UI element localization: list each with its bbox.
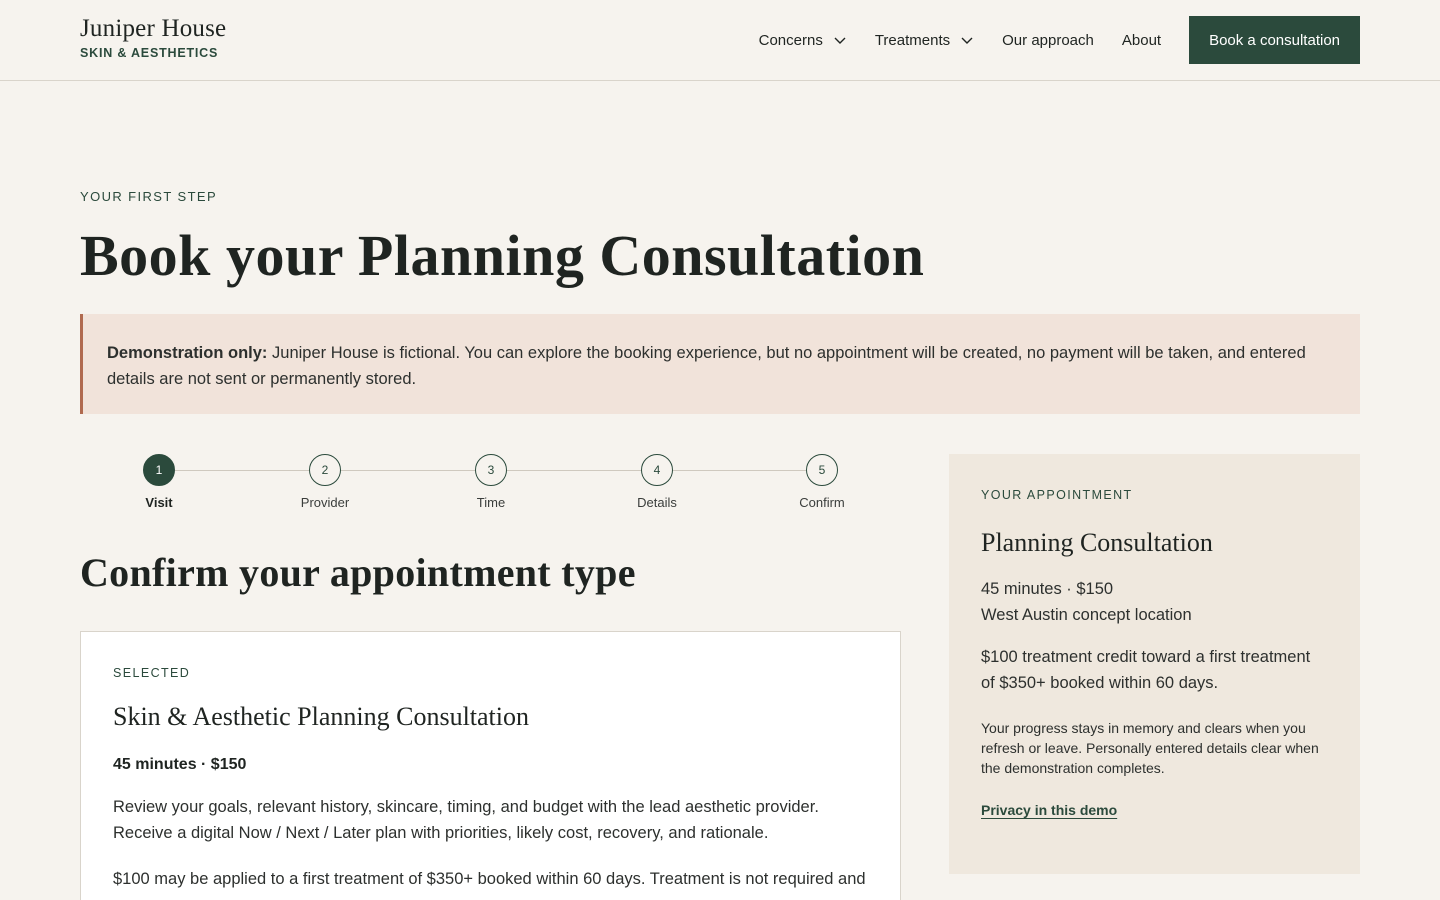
card-credit-note: $100 may be applied to a first treatment… — [113, 870, 866, 888]
nav-item-our-approach[interactable]: Our approach — [1002, 32, 1094, 49]
nav-item-treatments[interactable]: Treatments — [875, 32, 974, 49]
card-eyebrow: SELECTED — [113, 666, 191, 680]
page-title: Book your Planning Consultation — [80, 223, 925, 288]
card-duration-price: 45 minutes · $150 — [113, 756, 247, 773]
nav-item-label: Our approach — [1002, 31, 1094, 49]
step-number: 2 — [309, 454, 341, 486]
main-nav: Concerns Treatments Our approach About B… — [759, 16, 1360, 64]
hero-eyebrow: YOUR FIRST STEP — [80, 189, 218, 204]
step-label: Provider — [300, 495, 350, 510]
step-provider[interactable]: 2 Provider — [275, 454, 375, 510]
appointment-summary: YOUR APPOINTMENT Planning Consultation 4… — [949, 454, 1360, 874]
chevron-down-icon — [961, 37, 973, 44]
summary-eyebrow: YOUR APPOINTMENT — [981, 488, 1133, 502]
brand-tagline: SKIN & AESTHETICS — [80, 46, 219, 60]
demo-notice: Demonstration only: Juniper House is fic… — [80, 314, 1360, 414]
card-title: Skin & Aesthetic Planning Consultation — [113, 702, 529, 731]
site-header: Juniper House SKIN & AESTHETICS Concerns… — [0, 0, 1440, 81]
demo-notice-lead: Demonstration only: — [107, 344, 268, 362]
nav-item-label: About — [1121, 31, 1162, 49]
booking-stepper: 1 Visit 2 Provider 3 Time 4 Details 5 Co… — [80, 454, 901, 518]
summary-credit: $100 treatment credit toward a first tre… — [981, 648, 1311, 692]
brand-name: Juniper House — [80, 15, 227, 42]
step-time[interactable]: 3 Time — [441, 454, 541, 510]
summary-title: Planning Consultation — [981, 528, 1213, 557]
summary-location: West Austin concept location — [981, 606, 1192, 624]
step-details[interactable]: 4 Details — [607, 454, 707, 510]
step-label: Time — [476, 495, 506, 510]
demo-notice-text: Juniper House is fictional. You can expl… — [107, 344, 1306, 388]
step-label: Details — [637, 495, 677, 510]
privacy-link[interactable]: Privacy in this demo — [981, 802, 1117, 818]
step-number: 5 — [806, 454, 838, 486]
nav-item-label: Treatments — [874, 31, 951, 49]
section-title: Confirm your appointment type — [80, 550, 636, 595]
appointment-type-card[interactable]: SELECTED Skin & Aesthetic Planning Consu… — [80, 631, 901, 900]
step-visit[interactable]: 1 Visit — [109, 454, 209, 510]
nav-item-about[interactable]: About — [1122, 32, 1161, 49]
step-confirm[interactable]: 5 Confirm — [772, 454, 872, 510]
summary-privacy-note: Your progress stays in memory and clears… — [981, 720, 1319, 776]
step-number: 3 — [475, 454, 507, 486]
step-number: 1 — [143, 454, 175, 486]
nav-item-label: Concerns — [758, 31, 823, 49]
card-description: Review your goals, relevant history, ski… — [113, 798, 819, 842]
brand-logo[interactable]: Juniper House SKIN & AESTHETICS — [80, 14, 226, 60]
nav-item-concerns[interactable]: Concerns — [759, 32, 847, 49]
step-label: Confirm — [799, 495, 845, 510]
step-label: Visit — [145, 495, 173, 510]
step-number: 4 — [641, 454, 673, 486]
chevron-down-icon — [834, 37, 846, 44]
summary-duration-price: 45 minutes · $150 — [981, 580, 1114, 598]
book-consultation-button[interactable]: Book a consultation — [1189, 16, 1360, 64]
